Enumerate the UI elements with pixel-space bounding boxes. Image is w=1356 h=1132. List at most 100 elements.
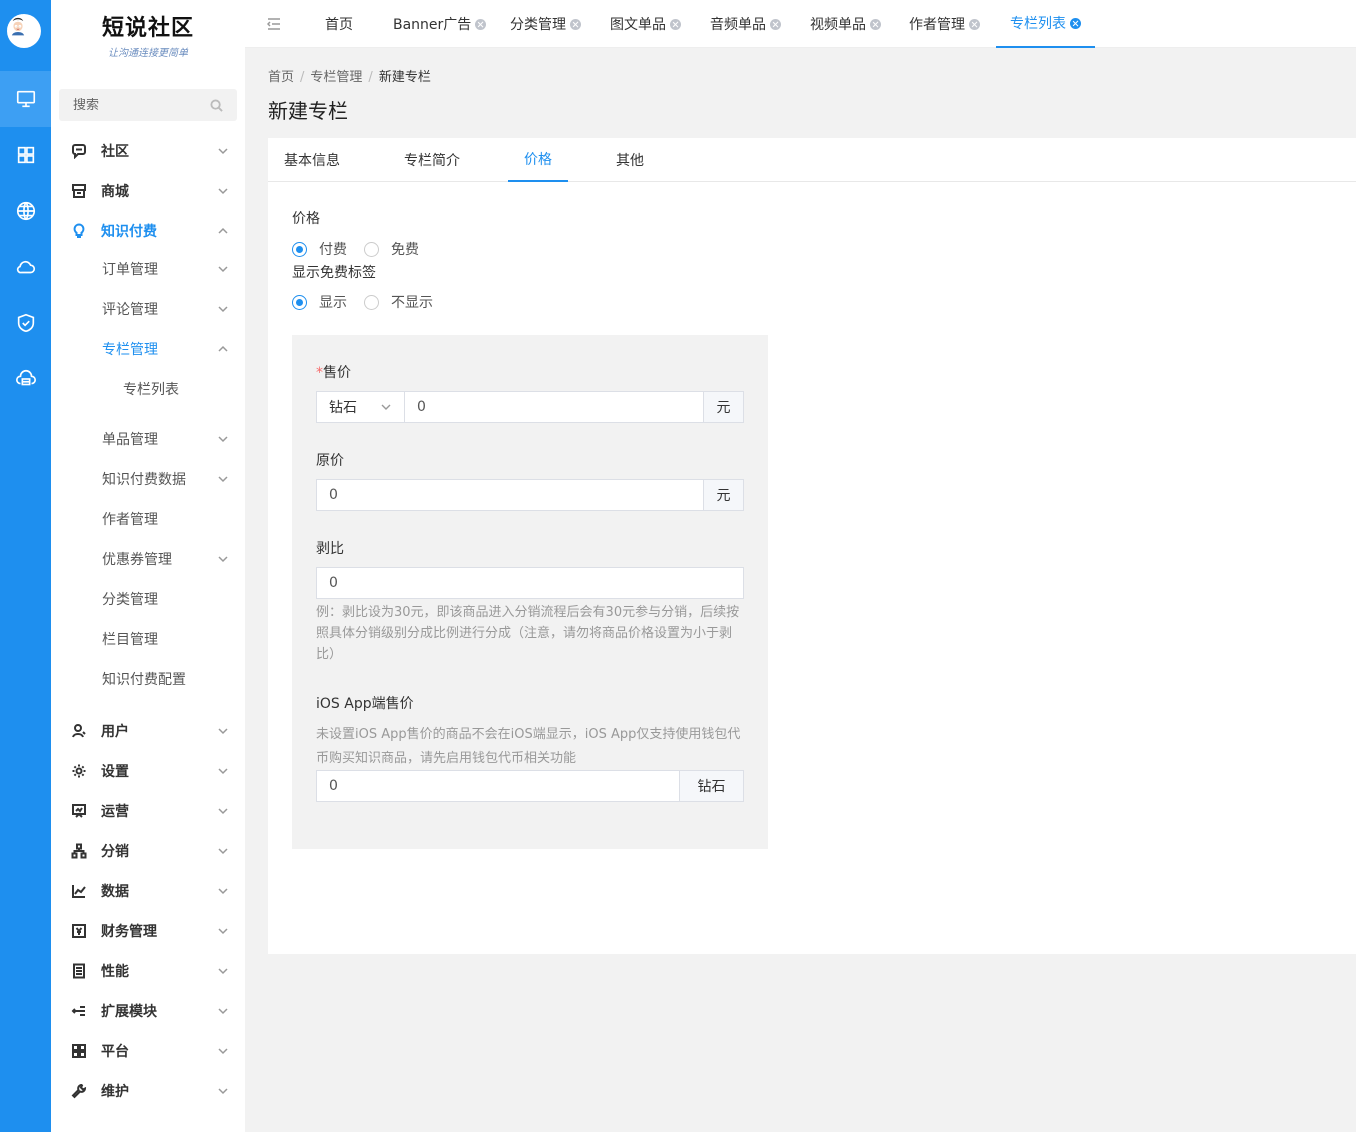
close-icon[interactable]	[475, 18, 487, 30]
sidebar-item-knowledge-config[interactable]: 知识付费配置	[51, 659, 245, 699]
sale-price-input[interactable]	[404, 391, 704, 423]
user-icon	[71, 723, 87, 739]
close-icon[interactable]	[670, 18, 681, 30]
menu-fold-icon[interactable]	[266, 17, 281, 31]
radio-free[interactable]: 免费	[364, 239, 419, 259]
search-icon[interactable]	[210, 98, 223, 112]
ios-unit-label: 钻石	[679, 770, 744, 802]
breadcrumb-parent[interactable]: 专栏管理	[310, 70, 362, 85]
tab-video-products[interactable]: 视频单品	[810, 0, 881, 48]
apps-icon[interactable]	[0, 127, 51, 183]
search-input[interactable]	[73, 97, 193, 113]
chevron-down-icon	[217, 1085, 229, 1097]
sidebar-item-label: 性能	[101, 964, 129, 980]
chevron-down-icon	[217, 145, 229, 157]
radio-dot[interactable]	[292, 241, 307, 257]
radio-paid[interactable]: 付费	[292, 239, 347, 259]
sidebar-item-community[interactable]: 社区	[51, 131, 245, 171]
radio-dot[interactable]	[364, 241, 379, 257]
tab-price[interactable]: 价格	[508, 138, 568, 182]
close-icon[interactable]	[770, 18, 781, 30]
sidebar-item-distribution[interactable]: 分销	[51, 831, 245, 871]
sidebar-item-label: 专栏列表	[123, 382, 179, 398]
tab-column-list[interactable]: 专栏列表	[996, 0, 1095, 48]
sidebar-item-maintenance[interactable]: 维护	[51, 1071, 245, 1111]
sidebar-item-settings[interactable]: 设置	[51, 751, 245, 791]
sidebar-item-columns[interactable]: 专栏管理	[51, 329, 245, 369]
sidebar-item-users[interactable]: 用户	[51, 711, 245, 751]
chevron-down-icon	[217, 805, 229, 817]
sidebar-item-label: 专栏管理	[102, 342, 158, 358]
radio-dot[interactable]	[364, 294, 379, 310]
tab-label: 作者管理	[909, 17, 965, 33]
sidebar-item-comments[interactable]: 评论管理	[51, 289, 245, 329]
tab-categories[interactable]: 分类管理	[510, 0, 581, 48]
ios-price-input[interactable]	[316, 770, 680, 802]
sidebar-item-label: 栏目管理	[102, 632, 158, 648]
radio-dot[interactable]	[292, 294, 307, 310]
free-tag-label: 显示免费标签	[292, 265, 376, 281]
chevron-down-icon	[217, 553, 229, 565]
sidebar-item-store[interactable]: 商城	[51, 171, 245, 211]
radio-show[interactable]: 显示	[292, 292, 347, 312]
globe-icon[interactable]	[0, 183, 51, 239]
sidebar-item-authors[interactable]: 作者管理	[51, 499, 245, 539]
monitor-icon[interactable]	[0, 71, 51, 127]
brand-subtitle: 让沟通连接更简单	[108, 48, 188, 59]
tab-article-products[interactable]: 图文单品	[610, 0, 681, 48]
shield-icon[interactable]	[0, 295, 51, 351]
sidebar-search[interactable]	[59, 89, 237, 121]
form-tabs: 基本信息 专栏简介 价格 其他	[268, 138, 1356, 182]
chevron-down-icon	[217, 185, 229, 197]
tab-label: 视频单品	[810, 17, 866, 33]
tab-home[interactable]: 首页	[325, 0, 353, 48]
chevron-down-icon	[217, 433, 229, 445]
tab-banner[interactable]: Banner广告	[393, 0, 487, 48]
avatar[interactable]	[7, 14, 41, 48]
close-icon[interactable]	[570, 18, 581, 30]
sidebar-item-extensions[interactable]: 扩展模块	[51, 991, 245, 1031]
sidebar-item-label: 评论管理	[102, 302, 158, 318]
original-price-input[interactable]	[316, 479, 704, 511]
close-icon[interactable]	[870, 18, 881, 30]
sidebar-item-operations[interactable]: 运营	[51, 791, 245, 831]
cloud-icon[interactable]	[0, 239, 51, 295]
close-icon[interactable]	[1070, 17, 1081, 29]
sidebar-item-orders[interactable]: 订单管理	[51, 249, 245, 289]
sidebar-item-column-list[interactable]: 专栏列表	[51, 369, 245, 409]
sidebar-item-products[interactable]: 单品管理	[51, 419, 245, 459]
sidebar-item-coupons[interactable]: 优惠券管理	[51, 539, 245, 579]
unit-label: 元	[703, 479, 744, 511]
tab-audio-products[interactable]: 音频单品	[710, 0, 781, 48]
tab-label: Banner广告	[393, 17, 472, 33]
sidebar-item-data[interactable]: 数据	[51, 871, 245, 911]
currency-select[interactable]: 钻石	[316, 391, 405, 423]
gear-icon	[71, 763, 87, 779]
icon-rail	[0, 0, 51, 1132]
sidebar-item-finance[interactable]: 财务管理	[51, 911, 245, 951]
sidebar-item-label: 作者管理	[102, 512, 158, 528]
price-panel: *售价 钻石 元 原价 元 剥比 例：剥比设为30元，即该商品进入分销流程后会有…	[292, 335, 768, 849]
tab-basic-info[interactable]: 基本信息	[268, 138, 356, 182]
tab-bar: 首页 Banner广告 分类管理 图文单品 音频单品 视频单品 作者管理 专栏列…	[245, 0, 1356, 48]
tab-other[interactable]: 其他	[600, 138, 660, 182]
finance-icon	[71, 923, 87, 939]
cloud-server-icon[interactable]	[0, 351, 51, 407]
sidebar-item-sections[interactable]: 栏目管理	[51, 619, 245, 659]
platform-icon	[71, 1043, 87, 1059]
sidebar-item-knowledge[interactable]: 知识付费	[51, 211, 245, 251]
close-icon[interactable]	[969, 18, 980, 30]
tab-column-intro[interactable]: 专栏简介	[388, 138, 476, 182]
sidebar-item-label: 运营	[101, 804, 129, 820]
strip-input[interactable]	[316, 567, 744, 599]
server-icon	[71, 963, 87, 979]
radio-hide[interactable]: 不显示	[364, 292, 433, 312]
breadcrumb-home[interactable]: 首页	[268, 70, 294, 85]
sidebar-item-knowledge-data[interactable]: 知识付费数据	[51, 459, 245, 499]
tab-label: 专栏列表	[1010, 16, 1066, 32]
sidebar-item-categories[interactable]: 分类管理	[51, 579, 245, 619]
sidebar-item-platform[interactable]: 平台	[51, 1031, 245, 1071]
sidebar-item-performance[interactable]: 性能	[51, 951, 245, 991]
sidebar-item-label: 财务管理	[101, 924, 157, 940]
tab-authors[interactable]: 作者管理	[909, 0, 980, 48]
